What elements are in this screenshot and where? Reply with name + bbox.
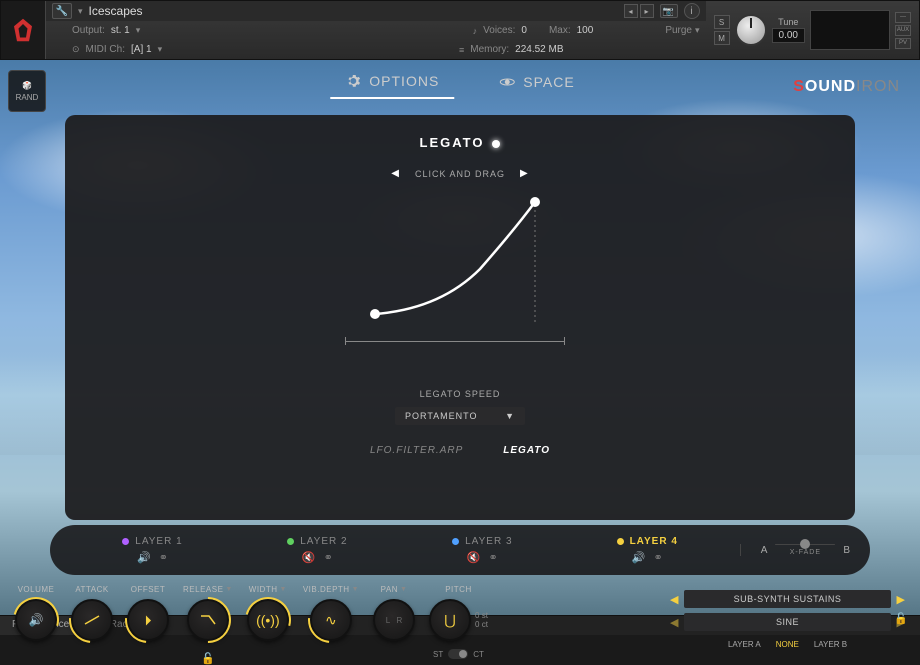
speaker-muted-icon[interactable]: 🔇	[467, 551, 481, 564]
drag-hint: ◀ CLICK AND DRAG ▶	[95, 168, 825, 179]
instrument-body: 🎲 RAND OPTIONS SPACE SOUNDIRON LEGATO ◀ …	[0, 60, 920, 635]
prev-sample-icon[interactable]: ◀	[670, 593, 678, 606]
rand-button[interactable]: 🎲 RAND	[8, 70, 46, 112]
chevron-down-icon: ▼	[505, 411, 515, 421]
dice-icon: 🎲	[22, 81, 32, 90]
tune-value[interactable]: 0.00	[772, 28, 805, 43]
offset-label: OFFSET	[131, 585, 166, 594]
subtab-legato[interactable]: LEGATO	[503, 445, 550, 456]
snapshot-icon[interactable]: 📷	[660, 4, 678, 18]
output-label: Output:	[72, 25, 105, 36]
layer-1[interactable]: LAYER 1 🔊⚭	[70, 536, 235, 564]
pitch-ct-value: 0 ct	[475, 620, 488, 629]
minimize-button[interactable]: —	[895, 12, 911, 23]
st-ct-toggle[interactable]	[448, 649, 468, 659]
memory-label: Memory:	[470, 44, 509, 55]
wrench-icon[interactable]: 🔧	[52, 3, 72, 19]
triangle-left-icon[interactable]: ◀	[391, 168, 400, 179]
pitch-st-value: 0 st	[475, 611, 488, 620]
next-sample-icon[interactable]: ▶	[897, 593, 905, 606]
attack-label: ATTACK	[75, 585, 108, 594]
layer-4[interactable]: LAYER 4 🔊⚭	[565, 536, 730, 564]
pan-knob[interactable]: L R	[373, 599, 415, 641]
layer-a-button[interactable]: LAYER A	[728, 640, 761, 649]
pitch-knob[interactable]: ⋃	[429, 599, 471, 641]
output-value[interactable]: st. 1	[111, 25, 130, 36]
vibdepth-knob[interactable]: ∿	[310, 599, 352, 641]
layer-3[interactable]: LAYER 3 🔇⚭	[400, 536, 565, 564]
volume-label: VOLUME	[18, 585, 55, 594]
midi-value[interactable]: [A] 1	[131, 44, 152, 55]
layer-2[interactable]: LAYER 2 🔇⚭	[235, 536, 400, 564]
prev-sub-icon[interactable]: ◀	[670, 616, 678, 629]
panel-title: LEGATO	[95, 135, 825, 150]
triangle-right-icon[interactable]: ▶	[520, 168, 529, 179]
midi-label: MIDI Ch:	[86, 44, 125, 55]
sample-panel: ◀ SUB-SYNTH SUSTAINS ▶ ◀ SINE ▶ LAYER A …	[670, 590, 905, 649]
next-button[interactable]: ▸	[640, 4, 654, 18]
gear-icon	[345, 73, 361, 89]
layer-strip: LAYER 1 🔊⚭ LAYER 2 🔇⚭ LAYER 3 🔇⚭ LAYER 4…	[50, 525, 870, 575]
speaker-muted-icon[interactable]: 🔇	[302, 551, 316, 564]
legato-curve[interactable]	[360, 194, 560, 334]
xfade-control: A X-FADE B	[740, 544, 850, 556]
attack-knob[interactable]	[71, 599, 113, 641]
lock-icon[interactable]: 🔓	[894, 612, 908, 625]
tab-options[interactable]: OPTIONS	[330, 65, 454, 99]
portamento-dropdown[interactable]: PORTAMENTO ▼	[395, 407, 525, 425]
width-label: WIDTH▼	[249, 585, 287, 594]
level-meter	[810, 10, 890, 50]
aux-button[interactable]: AUX	[895, 25, 911, 36]
speed-label: LEGATO SPEED	[95, 389, 825, 399]
speaker-icon[interactable]: 🔊	[632, 551, 646, 564]
purge-label[interactable]: Purge	[665, 25, 692, 36]
lock-icon[interactable]: 🔓	[201, 652, 215, 665]
max-value[interactable]: 100	[577, 25, 594, 36]
layer-b-button[interactable]: LAYER B	[814, 640, 847, 649]
voices-label: Voices:	[483, 25, 515, 36]
release-knob[interactable]	[187, 599, 229, 641]
link-icon[interactable]: ⚭	[489, 551, 498, 564]
tune-label: Tune	[778, 17, 798, 27]
instrument-logo	[1, 1, 46, 59]
prev-button[interactable]: ◂	[624, 4, 638, 18]
orbit-icon	[499, 74, 515, 90]
link-icon[interactable]: ⚭	[653, 551, 662, 564]
mute-button[interactable]: M	[714, 31, 730, 45]
pan-label: PAN▼	[381, 585, 408, 594]
volume-knob[interactable]: 🔊	[15, 599, 57, 641]
pitch-label: PITCH	[445, 585, 472, 594]
xfade-slider[interactable]	[775, 544, 835, 545]
main-sample-dropdown[interactable]: SUB-SYNTH SUSTAINS	[684, 590, 890, 608]
voices-value: 0	[521, 25, 527, 36]
options-panel: LEGATO ◀ CLICK AND DRAG ▶ LEGATO SPEED P…	[65, 115, 855, 520]
pv-button[interactable]: PV	[895, 38, 911, 49]
width-knob[interactable]: ((•))	[247, 599, 289, 641]
max-label: Max:	[549, 25, 571, 36]
led-icon[interactable]	[492, 140, 500, 148]
solo-button[interactable]: S	[714, 15, 730, 29]
instrument-name[interactable]: Icescapes	[89, 4, 618, 18]
subtab-lfo[interactable]: LFO.FILTER.ARP	[370, 445, 463, 456]
speaker-icon[interactable]: 🔊	[137, 551, 151, 564]
brand-logo: SOUNDIRON	[793, 78, 900, 96]
link-icon[interactable]: ⚭	[159, 551, 168, 564]
vibdepth-label: VIB.DEPTH▼	[303, 585, 359, 594]
release-label: RELEASE▼	[183, 585, 233, 594]
tune-knob[interactable]	[735, 14, 767, 46]
info-icon[interactable]: i	[684, 3, 700, 19]
dropdown-icon[interactable]: ▾	[78, 6, 83, 17]
kontakt-header: 🔧 ▾ Icescapes ◂ ▸ 📷 i Output: st. 1 ▾ ♪ …	[0, 0, 920, 60]
link-icon[interactable]: ⚭	[324, 551, 333, 564]
sub-sample-dropdown[interactable]: SINE	[684, 613, 890, 631]
xfade-label: X-FADE	[790, 549, 821, 556]
memory-value: 224.52 MB	[515, 44, 563, 55]
tab-space[interactable]: SPACE	[484, 65, 589, 99]
offset-knob[interactable]: ⏵	[127, 599, 169, 641]
none-button[interactable]: NONE	[776, 640, 799, 649]
